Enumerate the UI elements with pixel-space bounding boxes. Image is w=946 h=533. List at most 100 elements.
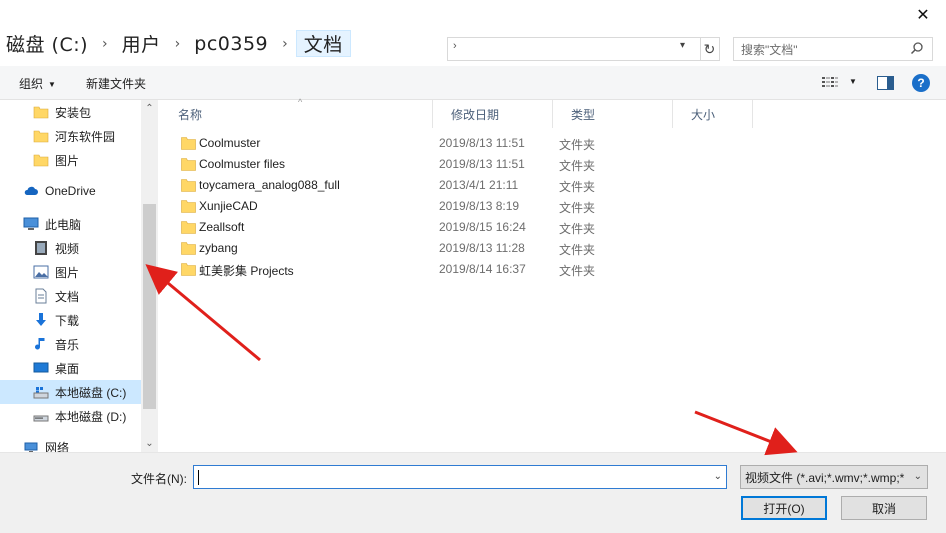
refresh-button[interactable]: ↻ [700, 37, 720, 61]
nav-item-label: 桌面 [55, 361, 80, 376]
breadcrumb-drive-c[interactable]: 磁盘 (C:) [0, 30, 94, 57]
network-icon [23, 439, 39, 452]
file-row[interactable]: Zeallsoft 2019/8/15 16:24 文件夹 [160, 217, 750, 238]
file-name: Zeallsoft [199, 220, 245, 234]
view-options-icon[interactable] [822, 76, 838, 90]
file-name: zybang [199, 241, 238, 255]
new-folder-button[interactable]: 新建文件夹 [86, 75, 146, 92]
file-date: 2019/8/14 16:37 [439, 262, 526, 276]
organize-label: 组织 [19, 77, 44, 91]
nav-item-label: 视频 [55, 241, 80, 256]
music-icon [33, 336, 49, 352]
scroll-up-icon[interactable]: ⌃ [141, 100, 158, 117]
nav-item[interactable]: 视频 [0, 236, 141, 260]
file-row[interactable]: XunjieCAD 2019/8/13 8:19 文件夹 [160, 196, 750, 217]
nav-item[interactable]: 图片 [0, 148, 141, 172]
breadcrumb-documents[interactable]: 文档 [295, 30, 351, 57]
nav-item[interactable]: 文档 [0, 284, 141, 308]
chevron-right-icon[interactable]: › [453, 40, 457, 52]
file-row[interactable]: Coolmuster 2019/8/13 11:51 文件夹 [160, 133, 750, 154]
preview-pane-icon[interactable] [877, 76, 894, 90]
breadcrumb-users[interactable]: 用户 [116, 30, 167, 57]
nav-item[interactable]: 桌面 [0, 356, 141, 380]
column-header-name[interactable]: 名称 ^ [160, 97, 433, 128]
file-type: 文件夹 [559, 159, 596, 173]
scrollbar-thumb[interactable] [143, 204, 156, 409]
text-caret [198, 470, 199, 485]
nav-item[interactable]: 河东软件园 [0, 124, 141, 148]
column-name-label: 名称 [178, 107, 203, 122]
close-icon: ✕ [916, 7, 930, 24]
column-header-date[interactable]: 修改日期 [433, 100, 553, 128]
nav-item-label: 本地磁盘 (C:) [55, 385, 127, 400]
navigation-pane: 安装包 河东软件园 图片 OneDrive 此电脑 视频 图片 文档 下载 音乐 桌面 本地磁盘 (C… [0, 100, 158, 452]
filename-input[interactable]: ⌄ [193, 465, 727, 489]
file-date: 2019/8/13 11:28 [439, 241, 525, 255]
folder-icon [33, 128, 49, 144]
search-placeholder: 搜索"文档" [741, 42, 798, 57]
drive-d-icon [33, 408, 49, 424]
computer-icon [23, 216, 39, 232]
file-row[interactable]: Coolmuster files 2019/8/13 11:51 文件夹 [160, 154, 750, 175]
title-bar: ✕ [0, 0, 946, 30]
file-type-filter-select[interactable]: 视频文件 (*.avi;*.wmv;*.wmp;* ⌄ [740, 465, 928, 489]
nav-item[interactable]: 本地磁盘 (D:) [0, 404, 141, 428]
file-type: 文件夹 [559, 180, 596, 194]
organize-button[interactable]: 组织 ▼ [19, 75, 56, 92]
scroll-down-icon[interactable]: ⌄ [141, 435, 158, 452]
file-date: 2019/8/13 11:51 [439, 157, 525, 171]
refresh-icon: ↻ [703, 40, 716, 57]
chevron-right-icon[interactable]: › [274, 36, 296, 52]
nav-item-label: 此电脑 [45, 217, 82, 232]
sort-ascending-icon: ^ [298, 97, 303, 107]
filename-label: 文件名(N): [131, 472, 187, 486]
nav-item[interactable]: 网络 [0, 435, 141, 452]
folder-icon [181, 199, 196, 213]
column-header-type[interactable]: 类型 [553, 100, 673, 128]
folder-icon [181, 178, 196, 192]
nav-item-label: 网络 [45, 440, 70, 453]
search-input[interactable]: 搜索"文档" [733, 37, 933, 61]
address-bar[interactable] [447, 37, 701, 61]
download-icon [33, 312, 49, 328]
search-icon[interactable] [910, 41, 924, 55]
chevron-down-icon[interactable]: ⌄ [714, 471, 722, 482]
column-header-size[interactable]: 大小 [673, 100, 753, 128]
address-area: 磁盘 (C:) › 用户 › pc0359 › 文档 › ▾ ↻ 搜索"文档" [0, 30, 946, 64]
nav-item-label: 图片 [55, 265, 80, 280]
cloud-icon [23, 183, 39, 199]
file-type: 文件夹 [559, 264, 596, 278]
nav-item[interactable]: 本地磁盘 (C:) [0, 380, 141, 404]
address-history-dropdown-icon[interactable]: ▾ [680, 40, 685, 51]
file-row[interactable]: 虹美影集 Projects 2019/8/14 16:37 文件夹 [160, 259, 750, 280]
file-name: 虹美影集 Projects [199, 264, 294, 278]
command-bar: 组织 ▼ 新建文件夹 ▼ ? [0, 66, 946, 100]
nav-item[interactable]: 此电脑 [0, 212, 141, 236]
dialog-footer: 文件名(N): ⌄ 视频文件 (*.avi;*.wmv;*.wmp;* ⌄ 打开… [0, 452, 946, 533]
file-type: 文件夹 [559, 138, 596, 152]
nav-item[interactable]: OneDrive [0, 179, 141, 203]
breadcrumb-user[interactable]: pc0359 [188, 33, 274, 55]
file-type: 文件夹 [559, 222, 596, 236]
pictures-icon [33, 264, 49, 280]
nav-item-label: 文档 [55, 289, 80, 304]
nav-item[interactable]: 音乐 [0, 332, 141, 356]
caret-down-icon[interactable]: ▼ [849, 77, 857, 86]
file-date: 2019/8/13 11:51 [439, 136, 525, 150]
file-name: toycamera_analog088_full [199, 178, 340, 192]
file-date: 2019/8/13 8:19 [439, 199, 520, 213]
nav-item[interactable]: 安装包 [0, 100, 141, 124]
file-row[interactable]: zybang 2019/8/13 11:28 文件夹 [160, 238, 750, 259]
open-button[interactable]: 打开(O) [741, 496, 827, 520]
desktop-icon [33, 360, 49, 376]
close-button[interactable]: ✕ [900, 0, 946, 30]
help-icon[interactable]: ? [912, 74, 930, 92]
nav-item[interactable]: 图片 [0, 260, 141, 284]
file-type: 文件夹 [559, 243, 596, 257]
chevron-right-icon[interactable]: › [94, 36, 116, 52]
chevron-right-icon[interactable]: › [167, 36, 189, 52]
file-row[interactable]: toycamera_analog088_full 2013/4/1 21:11 文件… [160, 175, 750, 196]
cancel-button[interactable]: 取消 [841, 496, 927, 520]
navigation-scrollbar[interactable]: ⌃ ⌄ [141, 100, 158, 452]
nav-item[interactable]: 下载 [0, 308, 141, 332]
